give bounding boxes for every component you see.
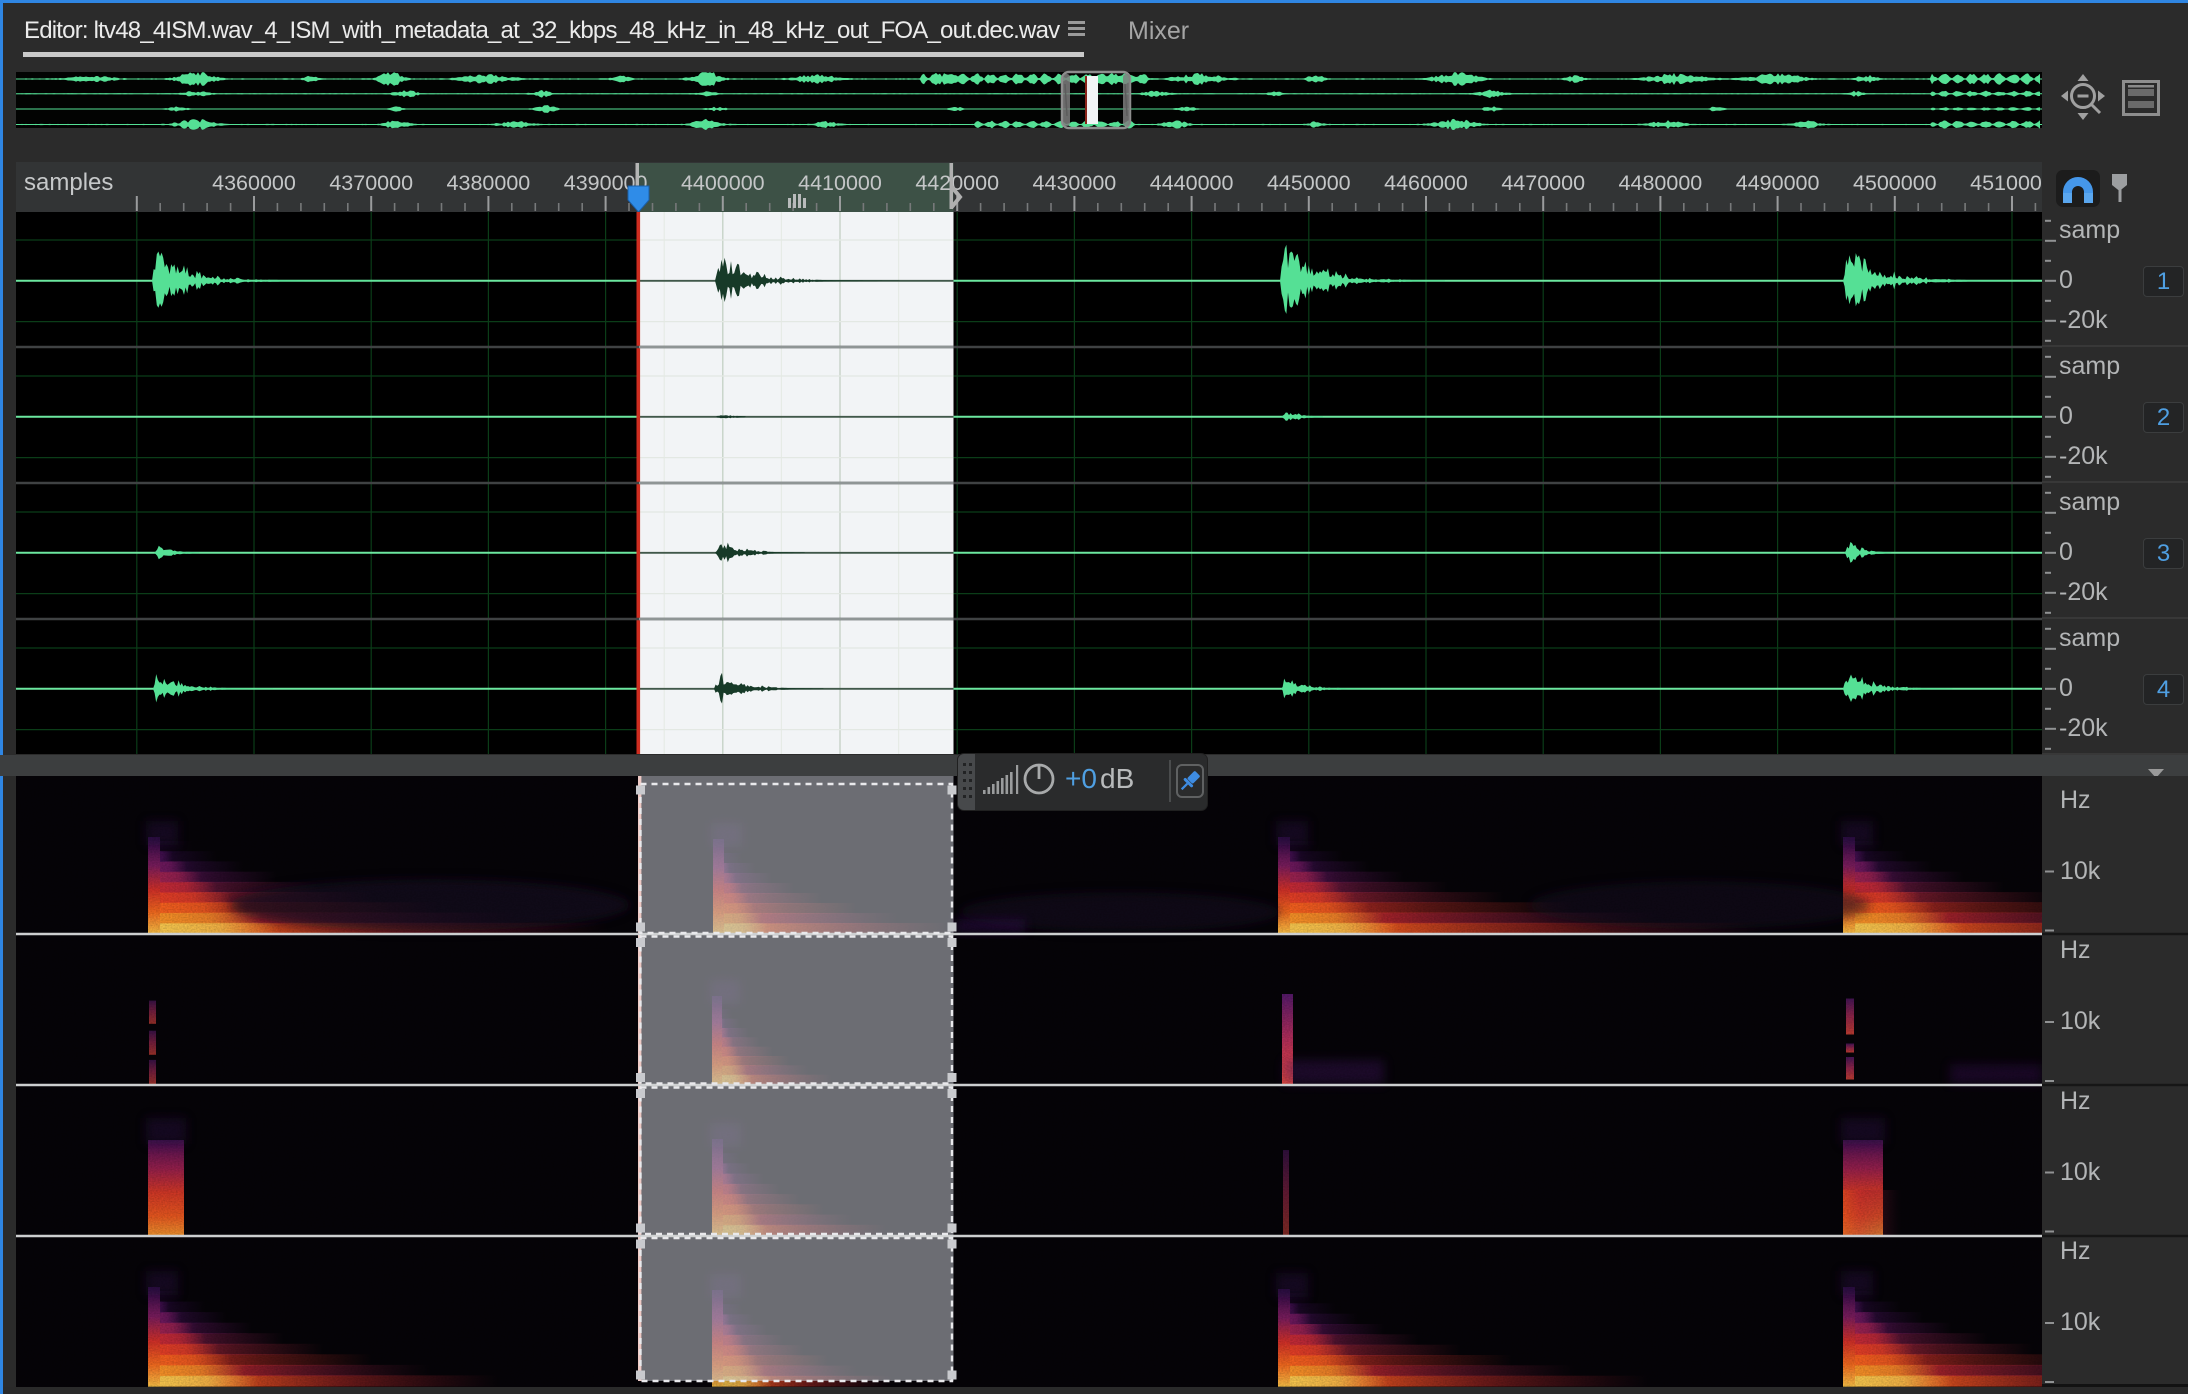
svg-text:4460000: 4460000 xyxy=(1384,171,1468,195)
svg-text:4370000: 4370000 xyxy=(329,171,413,195)
svg-text:4360000: 4360000 xyxy=(212,171,296,195)
svg-text:4470000: 4470000 xyxy=(1501,171,1585,195)
svg-text:4490000: 4490000 xyxy=(1736,171,1820,195)
svg-text:4450000: 4450000 xyxy=(1267,171,1351,195)
svg-text:+0: +0 xyxy=(1065,763,1097,794)
svg-text:dB: dB xyxy=(1100,763,1134,794)
svg-text:4430000: 4430000 xyxy=(1033,171,1117,195)
svg-text:4480000: 4480000 xyxy=(1619,171,1703,195)
svg-text:4410000: 4410000 xyxy=(798,171,882,195)
svg-text:4380000: 4380000 xyxy=(447,171,531,195)
svg-text:samples: samples xyxy=(24,169,113,196)
svg-text:4440000: 4440000 xyxy=(1150,171,1234,195)
svg-text:4510000: 4510000 xyxy=(1970,171,2042,195)
svg-text:4400000: 4400000 xyxy=(681,171,765,195)
svg-text:4500000: 4500000 xyxy=(1853,171,1937,195)
